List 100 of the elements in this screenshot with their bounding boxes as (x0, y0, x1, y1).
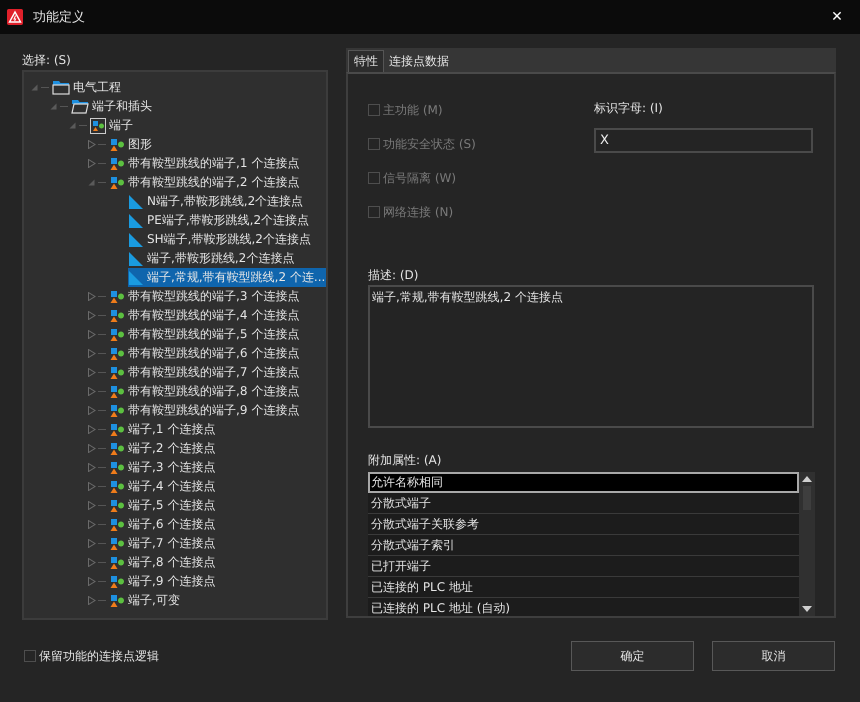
tree-item[interactable]: 端子,带鞍形跳线,2个连接点 (128, 249, 326, 268)
symbol-icon (109, 574, 125, 590)
folder-icon (71, 99, 89, 114)
tree-item[interactable]: 带有鞍型跳线的端子,1 个连接点 (109, 154, 326, 173)
expand-icon[interactable] (87, 558, 96, 567)
symbol-icon (109, 498, 125, 514)
symbol-icon (109, 288, 125, 304)
tree-item[interactable]: 端子和插头 (71, 97, 326, 116)
tree-item[interactable]: 带有鞍型跳线的端子,7 个连接点 (109, 363, 326, 382)
expand-icon[interactable] (87, 463, 96, 472)
expand-icon[interactable] (87, 292, 96, 301)
app-logo-icon (7, 9, 23, 25)
symbol-icon (109, 174, 125, 190)
list-item[interactable]: 允许名称相同 (368, 472, 799, 493)
expand-icon[interactable] (87, 406, 96, 415)
window-title: 功能定义 (33, 9, 86, 26)
expand-icon[interactable] (87, 520, 96, 529)
tree-item[interactable]: 端子,5 个连接点 (109, 496, 326, 515)
expand-icon[interactable] (87, 311, 96, 320)
list-item[interactable]: 分散式端子 (368, 493, 799, 514)
tree-item[interactable]: 带有鞍型跳线的端子,4 个连接点 (109, 306, 326, 325)
expand-icon[interactable] (87, 539, 96, 548)
close-button[interactable]: ✕ (814, 0, 860, 34)
tree-item[interactable]: 带有鞍型跳线的端子,8 个连接点 (109, 382, 326, 401)
ok-button[interactable]: 确定 (571, 641, 694, 671)
expand-icon[interactable] (87, 596, 96, 605)
tree-item[interactable]: 带有鞍型跳线的端子,3 个连接点 (109, 287, 326, 306)
symbol-icon (109, 460, 125, 476)
list-item[interactable]: 已打开端子 (368, 556, 799, 577)
symbol-icon (109, 136, 125, 152)
tree-item[interactable]: 端子,1 个连接点 (109, 420, 326, 439)
tree-item[interactable]: N端子,带鞍形跳线,2个连接点 (128, 192, 326, 211)
attributes-label: 附加属性: (A) (368, 452, 442, 469)
expand-icon[interactable] (87, 501, 96, 510)
tree-item[interactable]: 端子,9 个连接点 (109, 572, 326, 591)
triangle-icon (128, 232, 144, 248)
expand-icon[interactable] (87, 349, 96, 358)
collapse-icon[interactable] (68, 121, 77, 130)
expand-icon[interactable] (87, 444, 96, 453)
tree-item[interactable]: 图形 (109, 135, 326, 154)
tree-item[interactable]: 端子,4 个连接点 (109, 477, 326, 496)
scrollbar[interactable] (799, 472, 815, 616)
tab[interactable]: 连接点数据 (384, 50, 454, 72)
symbol-icon (109, 536, 125, 552)
description-label: 描述: (D) (368, 267, 420, 284)
tree-item[interactable]: 带有鞍型跳线的端子,2 个连接点 (109, 173, 326, 192)
symbol-icon (109, 402, 125, 418)
symbol-icon (109, 326, 125, 342)
identifier-label: 标识字母: (I) (594, 100, 664, 117)
symbol-icon (109, 308, 125, 324)
expand-icon[interactable] (87, 330, 96, 339)
symbol-icon (109, 554, 125, 570)
folder-icon (52, 80, 70, 95)
tree-item[interactable]: SH端子,带鞍形跳线,2个连接点 (128, 230, 326, 249)
tab[interactable]: 特性 (348, 50, 384, 72)
symbol-icon (109, 346, 125, 362)
checkbox[interactable]: 保留功能的连接点逻辑 (24, 646, 571, 666)
symbol-icon (109, 156, 125, 172)
description-field[interactable]: 端子,常规,带有鞍型跳线,2 个连接点 (368, 285, 814, 428)
tree-item[interactable]: 电气工程 (52, 78, 326, 97)
tree-item[interactable]: 端子,6 个连接点 (109, 515, 326, 534)
identifier-field[interactable]: X (594, 128, 813, 153)
cancel-button[interactable]: 取消 (712, 641, 835, 671)
symbol-icon (109, 478, 125, 494)
expand-icon[interactable] (87, 159, 96, 168)
triangle-icon (128, 250, 144, 266)
expand-icon[interactable] (87, 387, 96, 396)
tree-item[interactable]: PE端子,带鞍形跳线,2个连接点 (128, 211, 326, 230)
symbol-icon (109, 384, 125, 400)
triangle-icon (128, 212, 144, 228)
list-item[interactable]: 分散式端子关联参考 (368, 514, 799, 535)
tree-item[interactable]: 带有鞍型跳线的端子,5 个连接点 (109, 325, 326, 344)
tree-item[interactable]: 端子 (90, 116, 326, 135)
expand-icon[interactable] (87, 577, 96, 586)
tree-item[interactable]: 端子,7 个连接点 (109, 534, 326, 553)
scroll-up-icon[interactable] (802, 476, 812, 482)
symbol-icon (109, 592, 125, 608)
tree-item[interactable]: 端子,2 个连接点 (109, 439, 326, 458)
expand-icon[interactable] (87, 425, 96, 434)
symbol-icon (109, 364, 125, 380)
tree-item[interactable]: 带有鞍型跳线的端子,9 个连接点 (109, 401, 326, 420)
list-item[interactable]: 分散式端子索引 (368, 535, 799, 556)
triangle-icon (128, 194, 144, 210)
collapse-icon[interactable] (30, 83, 39, 92)
expand-icon[interactable] (87, 140, 96, 149)
collapse-icon[interactable] (87, 178, 96, 187)
expand-icon[interactable] (87, 482, 96, 491)
tree-item[interactable]: 端子,8 个连接点 (109, 553, 326, 572)
collapse-icon[interactable] (49, 102, 58, 111)
symbol-icon (109, 516, 125, 532)
tree-item[interactable]: 端子,3 个连接点 (109, 458, 326, 477)
tree-item[interactable]: 端子,可变 (109, 591, 326, 610)
tree-item[interactable]: 带有鞍型跳线的端子,6 个连接点 (109, 344, 326, 363)
list-item[interactable]: 已连接的 PLC 地址 (368, 577, 799, 598)
expand-icon[interactable] (87, 368, 96, 377)
symbol-icon (90, 118, 106, 134)
scroll-down-icon[interactable] (802, 606, 812, 612)
tree-item[interactable]: 端子,常规,带有鞍型跳线,2 个连... (128, 268, 326, 287)
triangle-icon (128, 270, 144, 286)
tree-label: 选择: (S) (22, 52, 72, 69)
